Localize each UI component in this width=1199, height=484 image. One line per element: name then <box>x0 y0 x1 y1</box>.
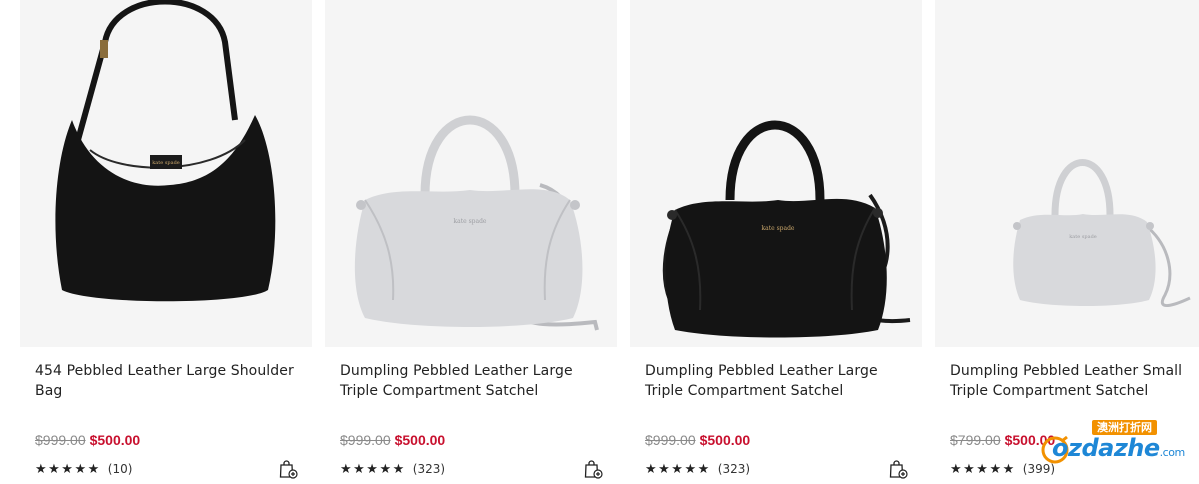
product-grid: kate spade 454 Pebbled Leather Large Sho… <box>0 0 1199 479</box>
add-to-bag-button[interactable] <box>583 459 603 479</box>
review-count: (323) <box>412 462 446 476</box>
product-title[interactable]: Dumpling Pebbled Leather Large Triple Co… <box>645 362 913 401</box>
review-count: (10) <box>107 462 133 476</box>
satchel-bag-image: kate spade <box>325 0 617 347</box>
star-icon: ★★★★★ <box>950 461 1016 476</box>
sale-price: $500.00 <box>699 432 751 448</box>
sale-price: $500.00 <box>89 432 141 448</box>
product-image[interactable]: kate spade <box>325 0 617 347</box>
review-count: (323) <box>717 462 751 476</box>
price: $999.00 $500.00 <box>35 432 140 448</box>
satchel-bag-image: kate spade <box>630 0 922 347</box>
watermark-cn-label: 澳洲打折网 <box>1092 420 1157 435</box>
shoulder-bag-image: kate spade <box>20 0 312 347</box>
price: $999.00 $500.00 <box>645 432 750 448</box>
original-price: $999.00 <box>340 432 391 448</box>
shopping-bag-plus-icon <box>584 460 603 479</box>
product-image[interactable]: kate spade <box>20 0 312 347</box>
watermark-site: ozdazhe.com <box>1052 434 1185 462</box>
product-card: kate spade 454 Pebbled Leather Large Sho… <box>20 0 312 479</box>
rating[interactable]: ★★★★★ (323) <box>645 461 750 477</box>
product-card: kate spade Dumpling Pebbled Leather Larg… <box>630 0 922 479</box>
product-card: kate spade Dumpling Pebbled Leather Smal… <box>935 0 1199 479</box>
svg-text:kate spade: kate spade <box>152 160 180 166</box>
original-price: $799.00 <box>950 432 1001 448</box>
star-icon: ★★★★★ <box>35 461 101 476</box>
product-image[interactable]: kate spade <box>935 0 1199 347</box>
star-icon: ★★★★★ <box>340 461 406 476</box>
satchel-bag-image: kate spade <box>935 0 1199 347</box>
original-price: $999.00 <box>35 432 86 448</box>
product-title[interactable]: Dumpling Pebbled Leather Small Triple Co… <box>950 362 1199 401</box>
product-image[interactable]: kate spade <box>630 0 922 347</box>
sale-price: $500.00 <box>394 432 446 448</box>
rating[interactable]: ★★★★★ (323) <box>340 461 445 477</box>
watermark: 澳洲打折网 ozdazhe.com <box>1012 417 1197 467</box>
star-icon: ★★★★★ <box>645 461 711 476</box>
product-title[interactable]: 454 Pebbled Leather Large Shoulder Bag <box>35 362 303 401</box>
add-to-bag-button[interactable] <box>278 459 298 479</box>
shopping-bag-plus-icon <box>889 460 908 479</box>
svg-text:kate spade: kate spade <box>454 218 487 225</box>
svg-text:kate spade: kate spade <box>762 225 795 232</box>
price: $999.00 $500.00 <box>340 432 445 448</box>
original-price: $999.00 <box>645 432 696 448</box>
product-title[interactable]: Dumpling Pebbled Leather Large Triple Co… <box>340 362 608 401</box>
product-card: kate spade Dumpling Pebbled Leather Larg… <box>325 0 617 479</box>
shopping-bag-plus-icon <box>279 460 298 479</box>
rating[interactable]: ★★★★★ (10) <box>35 461 132 477</box>
add-to-bag-button[interactable] <box>888 459 908 479</box>
svg-text:kate spade: kate spade <box>1069 234 1097 240</box>
